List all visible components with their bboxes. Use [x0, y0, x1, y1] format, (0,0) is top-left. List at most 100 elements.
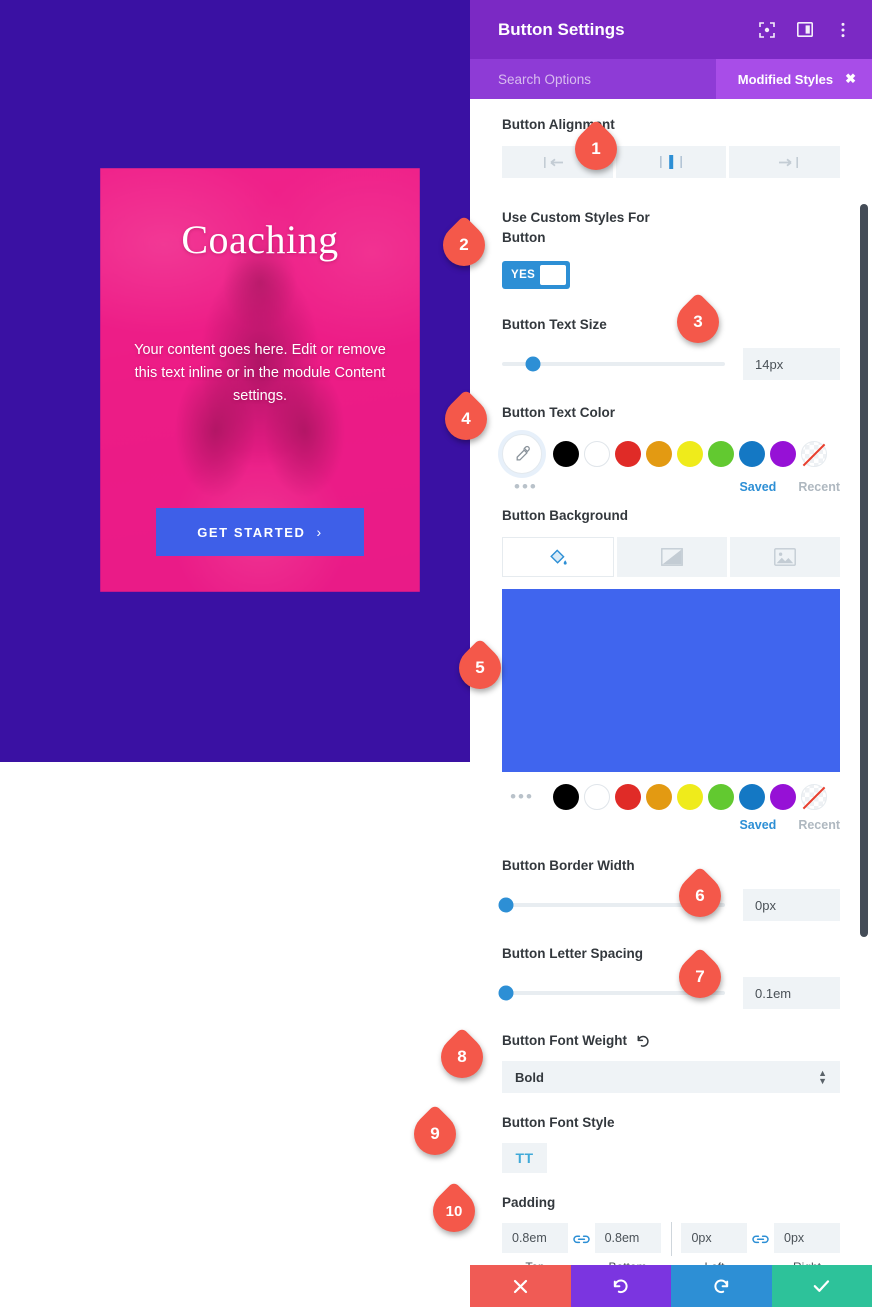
- step-marker-2: 2: [434, 215, 495, 275]
- swatch-blue[interactable]: [739, 441, 765, 467]
- alignment-button-group: [502, 146, 841, 178]
- step-marker-3: 3: [668, 292, 729, 352]
- field-text-color: Button Text Color ••• Saved Recent: [502, 405, 840, 495]
- label-text-color: Button Text Color: [502, 405, 615, 420]
- bg-swatch-orange[interactable]: [646, 784, 672, 810]
- eyedropper-icon[interactable]: [502, 434, 542, 474]
- field-button-alignment: Button Alignment: [502, 117, 841, 178]
- text-size-slider[interactable]: [502, 356, 725, 372]
- custom-styles-toggle[interactable]: YES: [502, 261, 570, 289]
- font-style-uppercase-button[interactable]: TT: [502, 1143, 547, 1173]
- bg-swatch-red[interactable]: [615, 784, 641, 810]
- bg-swatch-blue[interactable]: [739, 784, 765, 810]
- border-width-value-input[interactable]: 0px: [743, 889, 840, 921]
- text-size-value-input[interactable]: 14px: [743, 348, 840, 380]
- bg-swatch-white[interactable]: [584, 784, 610, 810]
- label-padding: Padding: [502, 1195, 556, 1210]
- step-marker-1: 1: [566, 119, 627, 179]
- font-weight-select[interactable]: Bold ▲ ▼: [502, 1061, 840, 1093]
- reset-icon[interactable]: [636, 1034, 650, 1048]
- search-options-bar[interactable]: Search Options Modified Styles ✖: [470, 59, 872, 99]
- padding-top-input[interactable]: 0.8em: [502, 1223, 568, 1253]
- swatch-orange[interactable]: [646, 441, 672, 467]
- text-size-slider-knob[interactable]: [525, 356, 541, 372]
- background-color-swatch[interactable]: [502, 589, 840, 772]
- font-weight-value: Bold: [515, 1069, 544, 1085]
- background-type-tabs: [502, 537, 840, 577]
- step-marker-10: 10: [424, 1181, 485, 1241]
- promo-title: Coaching: [181, 217, 339, 262]
- text-color-more-icon[interactable]: •••: [514, 478, 538, 495]
- get-started-button[interactable]: GET STARTED ›: [156, 508, 364, 556]
- field-text-size: Button Text Size 14px: [502, 317, 840, 380]
- background-recent-tab[interactable]: Recent: [798, 818, 840, 832]
- link-chain-icon[interactable]: [568, 1233, 595, 1246]
- swatch-yellow[interactable]: [677, 441, 703, 467]
- field-padding: Padding 0.8em Top 0.8em Bottom: [502, 1195, 841, 1275]
- get-started-label: GET STARTED: [197, 524, 306, 540]
- expand-icon[interactable]: [756, 19, 778, 41]
- bg-swatch-yellow[interactable]: [677, 784, 703, 810]
- swatch-green[interactable]: [708, 441, 734, 467]
- padding-left-input[interactable]: 0px: [681, 1223, 748, 1253]
- swatch-transparent[interactable]: [801, 441, 827, 467]
- bg-swatch-purple[interactable]: [770, 784, 796, 810]
- page-preview-blank-area: [0, 762, 470, 1307]
- save-button[interactable]: [771, 1265, 872, 1307]
- image-icon[interactable]: [730, 537, 840, 577]
- toggle-value-label: YES: [511, 269, 536, 281]
- panel-header: Button Settings: [470, 0, 872, 59]
- gradient-icon[interactable]: [617, 537, 727, 577]
- label-letter-spacing: Button Letter Spacing: [502, 946, 643, 961]
- modified-styles-badge[interactable]: Modified Styles ✖: [715, 59, 872, 99]
- padding-bottom-input[interactable]: 0.8em: [594, 1223, 661, 1253]
- letter-spacing-slider-knob[interactable]: [498, 985, 514, 1001]
- background-saved-tab[interactable]: Saved: [739, 818, 776, 832]
- text-color-recent-tab[interactable]: Recent: [798, 480, 840, 494]
- promo-body-text: Your content goes here. Edit or remove t…: [134, 342, 386, 404]
- layout-panel-icon[interactable]: [794, 19, 816, 41]
- step-marker-4: 4: [436, 389, 497, 449]
- label-text-size: Button Text Size: [502, 317, 607, 332]
- step-marker-6: 6: [670, 866, 731, 926]
- label-custom-styles: Use Custom Styles For Button: [502, 210, 650, 245]
- letter-spacing-value-input[interactable]: 0.1em: [743, 977, 840, 1009]
- padding-right-input[interactable]: 0px: [774, 1223, 841, 1253]
- page-preview-canvas: Coaching Your content goes here. Edit or…: [0, 0, 470, 762]
- swatch-black[interactable]: [553, 441, 579, 467]
- background-more-icon[interactable]: •••: [502, 788, 542, 805]
- label-border-width: Button Border Width: [502, 858, 635, 873]
- panel-title: Button Settings: [498, 19, 625, 39]
- bg-swatch-transparent[interactable]: [801, 784, 827, 810]
- field-border-width: Button Border Width 0px: [498, 858, 840, 921]
- bg-swatch-black[interactable]: [553, 784, 579, 810]
- swatch-red[interactable]: [615, 441, 641, 467]
- fill-color-icon[interactable]: [502, 537, 614, 577]
- text-color-saved-tab[interactable]: Saved: [739, 480, 776, 494]
- promo-card[interactable]: Coaching Your content goes here. Edit or…: [100, 168, 420, 592]
- redo-button[interactable]: [671, 1265, 772, 1307]
- modified-styles-label: Modified Styles: [737, 71, 834, 87]
- field-background: Button Background ••• Saved Recent: [502, 508, 840, 832]
- step-marker-7: 7: [670, 947, 731, 1007]
- align-center-icon[interactable]: [615, 146, 727, 178]
- close-icon[interactable]: ✖: [845, 71, 856, 87]
- cancel-button[interactable]: [470, 1265, 571, 1307]
- link-chain-icon-2[interactable]: [747, 1233, 774, 1246]
- step-marker-9: 9: [405, 1104, 466, 1164]
- bg-swatch-green[interactable]: [708, 784, 734, 810]
- search-input-placeholder[interactable]: Search Options: [498, 72, 591, 87]
- label-button-alignment: Button Alignment: [502, 117, 615, 132]
- more-vertical-icon[interactable]: [832, 19, 854, 41]
- swatch-white[interactable]: [584, 441, 610, 467]
- border-width-slider-knob[interactable]: [498, 897, 514, 913]
- align-right-icon[interactable]: [729, 146, 841, 178]
- label-background: Button Background: [502, 508, 628, 523]
- background-palette: •••: [502, 784, 840, 810]
- chevron-updown-icon: ▲ ▼: [818, 1068, 827, 1086]
- field-custom-styles: Use Custom Styles For Button YES: [502, 208, 840, 289]
- step-marker-5: 5: [450, 638, 511, 698]
- undo-button[interactable]: [570, 1265, 671, 1307]
- swatch-purple[interactable]: [770, 441, 796, 467]
- panel-scrollbar[interactable]: [860, 204, 868, 937]
